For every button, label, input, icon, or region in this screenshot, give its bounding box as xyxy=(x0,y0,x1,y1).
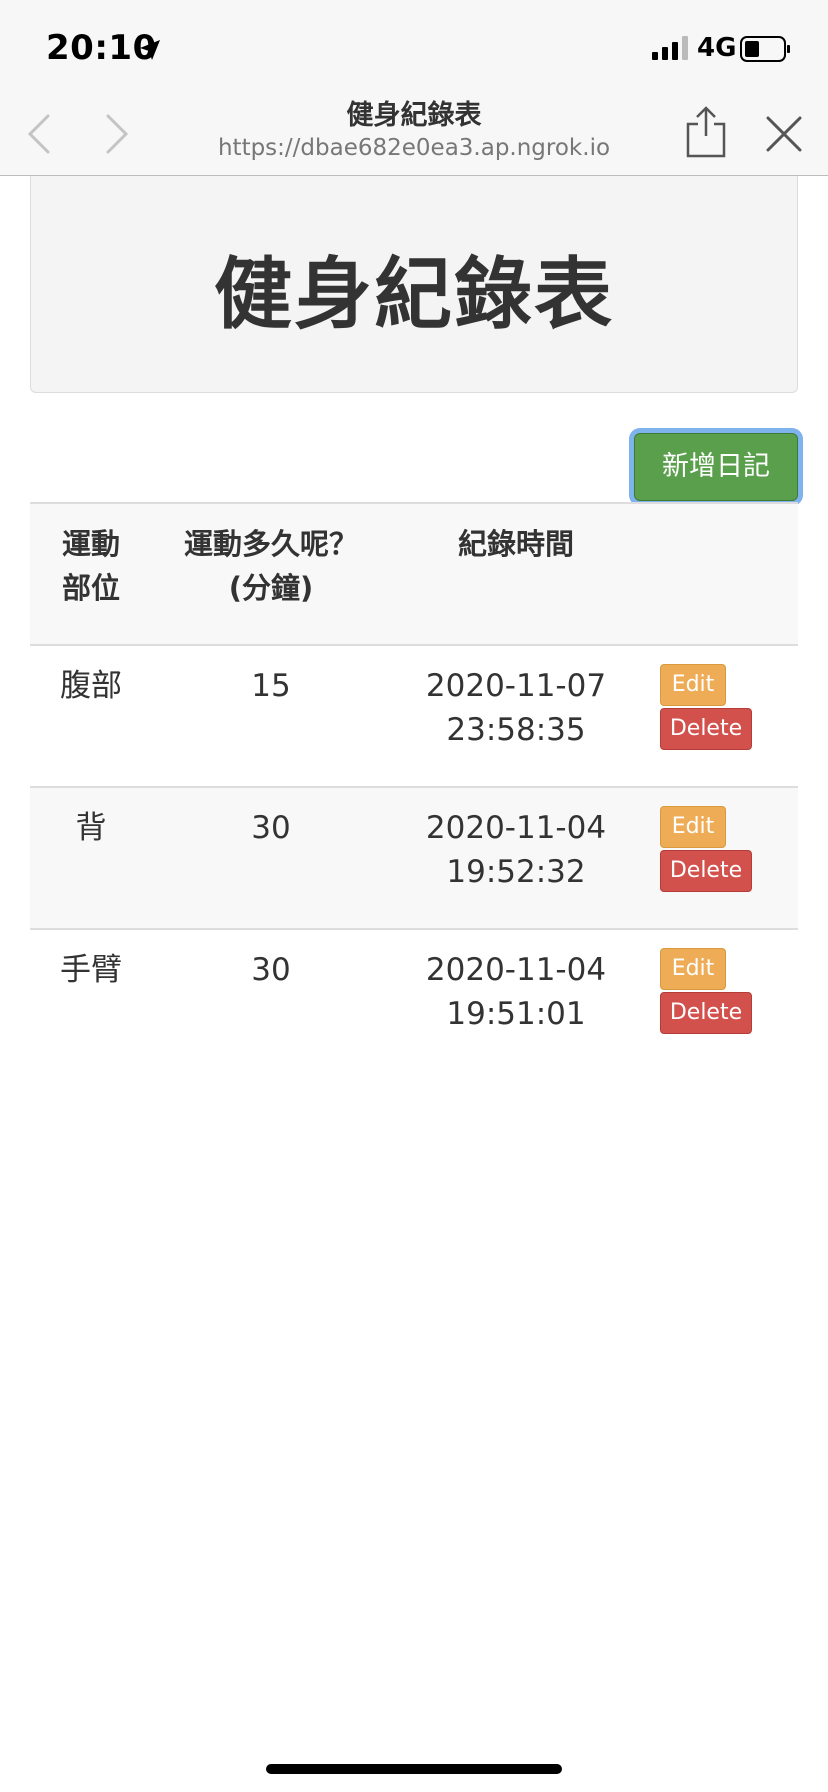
header-duration: 運動多久呢？ (分鐘) xyxy=(183,527,358,605)
cell-duration: 30 xyxy=(251,810,291,846)
table-row: 腹部 15 2020-11-07 23:58:35 Edit Delete xyxy=(30,646,798,788)
back-icon[interactable] xyxy=(20,110,60,158)
cell-part: 腹部 xyxy=(60,668,122,704)
forward-icon[interactable] xyxy=(96,110,136,158)
delete-button[interactable]: Delete xyxy=(660,992,752,1034)
page-header-jumbotron: 健身紀錄表 xyxy=(30,176,798,393)
edit-button[interactable]: Edit xyxy=(660,664,726,706)
table-header-row: 運動 部位 運動多久呢？ (分鐘) 紀錄時間 xyxy=(30,504,798,646)
status-bar: 20:10 4G xyxy=(0,0,828,96)
browser-page-title: 健身紀錄表 xyxy=(346,100,482,131)
share-icon[interactable] xyxy=(684,104,728,158)
row-actions: Edit Delete xyxy=(660,948,770,1034)
add-diary-button[interactable]: 新增日記 xyxy=(634,433,798,501)
cell-part: 背 xyxy=(75,810,107,846)
header-time: 紀錄時間 xyxy=(457,527,574,561)
edit-button[interactable]: Edit xyxy=(660,948,726,990)
location-arrow-icon xyxy=(140,40,160,60)
table-row: 手臂 30 2020-11-04 19:51:01 Edit Delete xyxy=(30,930,798,1072)
close-icon[interactable] xyxy=(764,114,804,154)
battery-icon xyxy=(740,36,790,62)
header-part: 運動 部位 xyxy=(61,527,120,605)
records-table: 運動 部位 運動多久呢？ (分鐘) 紀錄時間 腹部 15 2020-11-07 … xyxy=(30,502,798,1072)
browser-toolbar: 健身紀錄表 https://dbae682e0ea3.ap.ngrok.io xyxy=(0,96,828,176)
cell-time: 2020-11-07 23:58:35 xyxy=(425,668,607,748)
browser-url: https://dbae682e0ea3.ap.ngrok.io xyxy=(217,135,611,161)
cell-duration: 30 xyxy=(251,952,291,988)
network-type: 4G xyxy=(697,33,737,63)
cell-time: 2020-11-04 19:51:01 xyxy=(425,952,607,1032)
edit-button[interactable]: Edit xyxy=(660,806,726,848)
page-title: 健身紀錄表 xyxy=(213,250,614,340)
delete-button[interactable]: Delete xyxy=(660,850,752,892)
table-row: 背 30 2020-11-04 19:52:32 Edit Delete xyxy=(30,788,798,930)
row-actions: Edit Delete xyxy=(660,806,770,892)
cellular-signal-icon xyxy=(652,36,688,60)
browser-title-block: 健身紀錄表 https://dbae682e0ea3.ap.ngrok.io xyxy=(180,96,648,162)
delete-button[interactable]: Delete xyxy=(660,708,752,750)
cell-duration: 15 xyxy=(251,668,291,704)
cell-part: 手臂 xyxy=(60,952,122,988)
cell-time: 2020-11-04 19:52:32 xyxy=(425,810,607,890)
home-indicator[interactable] xyxy=(266,1764,562,1774)
row-actions: Edit Delete xyxy=(660,664,770,750)
